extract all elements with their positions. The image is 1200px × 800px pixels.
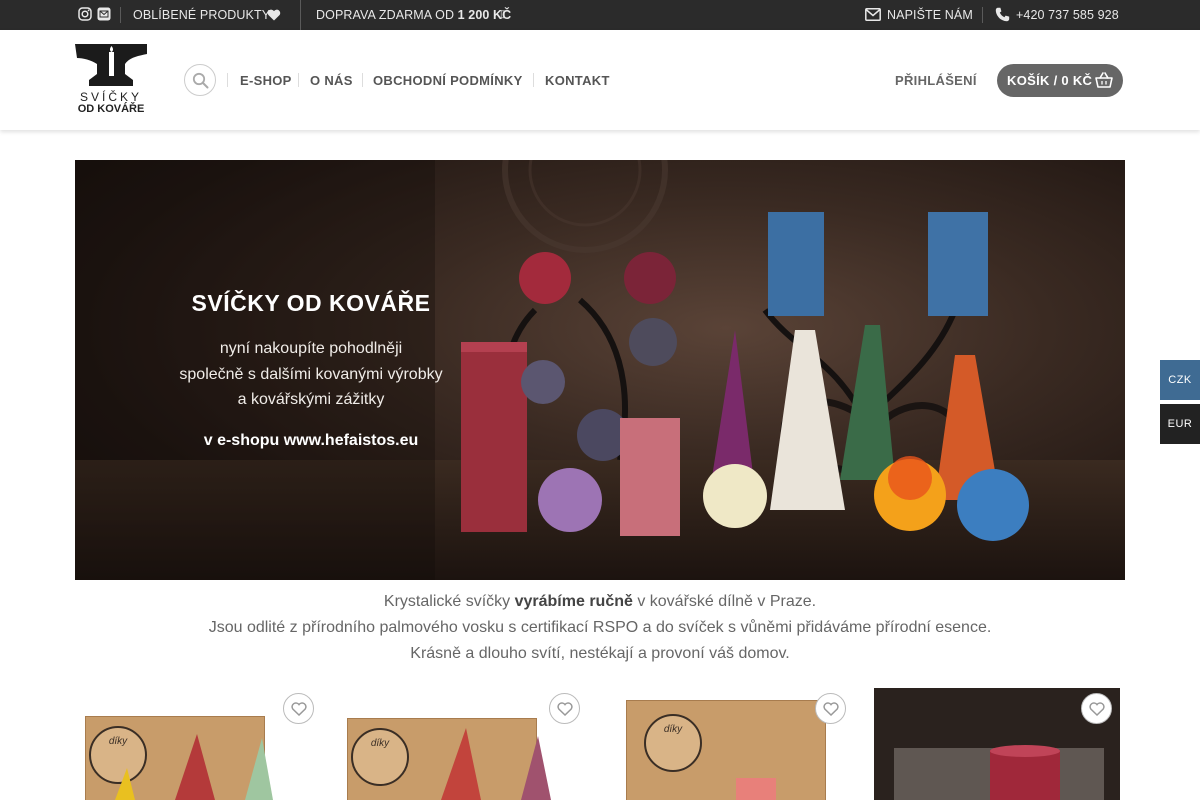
cart-button[interactable]: KOŠÍK / 0 KČ [997, 64, 1123, 97]
nav-divider [362, 73, 363, 87]
missing-glyph-icon: ▯ [500, 9, 506, 20]
divider [300, 0, 301, 30]
currency-czk[interactable]: CZK [1160, 360, 1200, 400]
nav-divider [298, 73, 299, 87]
candle-cones [115, 734, 273, 800]
wishlist-button[interactable] [815, 693, 846, 724]
intro-line-2: Jsou odlité z přírodního palmového vosku… [208, 619, 992, 636]
candle-pillar [736, 778, 776, 800]
contact-label: NAPIŠTE NÁM [887, 8, 973, 22]
stamp-text: díky [663, 724, 683, 735]
intro-line-3: Krásně a dlouho svítí, nestékají a provo… [410, 645, 790, 662]
product-card[interactable]: díky [341, 688, 587, 800]
nav-item-eshop[interactable]: E-SHOP [240, 73, 292, 88]
heart-icon [267, 9, 281, 21]
mail-square-icon[interactable] [97, 7, 111, 21]
nav-divider [227, 73, 228, 87]
brand-stamp: díky [351, 728, 409, 786]
main-header: SVÍČKY OD KOVÁŘE E-SHOP O NÁS OBCHODNÍ P… [0, 30, 1200, 130]
heart-outline-icon [1089, 702, 1105, 716]
intro-bold-text: vyrábíme ručně [514, 593, 633, 610]
logo[interactable]: SVÍČKY OD KOVÁŘE [75, 44, 147, 118]
divider [120, 7, 121, 23]
heart-outline-icon [557, 702, 573, 716]
search-button[interactable] [184, 64, 216, 96]
product-card[interactable] [874, 688, 1120, 800]
top-bar: OBLÍBENÉ PRODUKTY DOPRAVA ZDARMA OD 1 20… [0, 0, 1200, 30]
product-card[interactable]: díky [608, 688, 854, 800]
shipping-prefix: DOPRAVA ZDARMA OD [316, 8, 455, 22]
basket-icon [1095, 72, 1113, 88]
hero-text-line: společně s dalšími kovanými výrobky [179, 366, 443, 383]
wishlist-button[interactable] [1081, 693, 1112, 724]
contact-link[interactable]: NAPIŠTE NÁM [887, 8, 973, 22]
stamp-text: díky [370, 738, 390, 749]
nav-item-contact[interactable]: KONTAKT [545, 73, 610, 88]
currency-eur[interactable]: EUR [1160, 404, 1200, 444]
nav-item-about[interactable]: O NÁS [310, 73, 353, 88]
search-icon [192, 72, 209, 89]
hero-title: SVÍČKY OD KOVÁŘE [191, 290, 431, 316]
cart-label: KOŠÍK / 0 KČ [1007, 73, 1093, 88]
phone-icon [995, 7, 1010, 22]
phone-link[interactable]: +420 737 585 928 [1016, 8, 1119, 22]
heart-outline-icon [291, 702, 307, 716]
envelope-icon [865, 8, 881, 21]
wishlist-button[interactable] [549, 693, 580, 724]
candle-cones [441, 728, 551, 800]
favorites-link[interactable]: OBLÍBENÉ PRODUKTY [133, 8, 270, 22]
logo-text-top: SVÍČKY [79, 90, 142, 104]
hero-text-line: a kovářskými zážitky [237, 391, 385, 408]
login-link[interactable]: PŘIHLÁŠENÍ [895, 73, 977, 88]
instagram-icon[interactable] [78, 7, 92, 21]
free-shipping-notice: DOPRAVA ZDARMA OD 1 200 KČ [316, 8, 511, 22]
nav-divider [533, 73, 534, 87]
hero-banner: SVÍČKY OD KOVÁŘE nyní nakoupíte pohodlně… [75, 160, 1125, 580]
intro-line-1: Krystalické svíčky vyrábíme ručně v ková… [0, 593, 1200, 611]
brand-stamp: díky [644, 714, 702, 772]
product-card[interactable]: díky [75, 688, 321, 800]
anvil-logo-icon [75, 44, 147, 86]
divider [982, 7, 983, 23]
favorites-label: OBLÍBENÉ PRODUKTY [133, 8, 271, 22]
intro-text: Krystalické svíčky [383, 593, 515, 610]
wishlist-button[interactable] [283, 693, 314, 724]
hero-text-line: nyní nakoupíte pohodlněji [219, 340, 403, 357]
heart-outline-icon [823, 702, 839, 716]
logo-text-bottom: OD KOVÁŘE [77, 103, 145, 115]
phone-number: +420 737 585 928 [1016, 8, 1119, 22]
nav-item-terms[interactable]: OBCHODNÍ PODMÍNKY [373, 73, 523, 88]
hero-eshop-link[interactable]: v e-shopu www.hefaistos.eu [75, 432, 547, 450]
intro-text: v kovářské dílně v Praze. [632, 593, 817, 610]
